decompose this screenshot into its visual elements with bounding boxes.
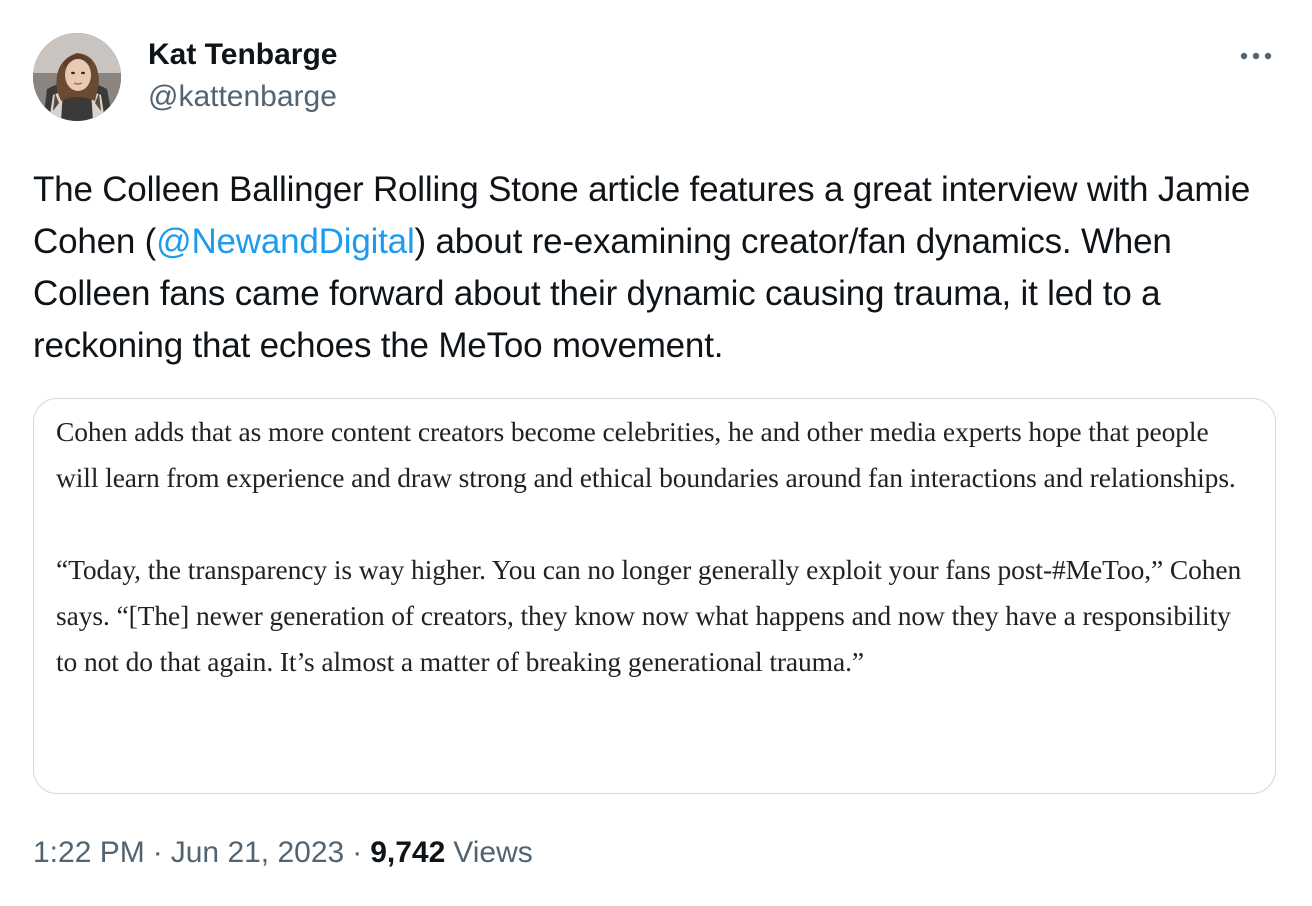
quote-paragraph-2: “Today, the transparency is way higher. … bbox=[56, 554, 1242, 677]
avatar-image bbox=[33, 33, 121, 121]
tweet-date[interactable]: Jun 21, 2023 bbox=[171, 833, 344, 873]
tweet-time[interactable]: 1:22 PM bbox=[33, 833, 145, 873]
views-label[interactable]: Views bbox=[453, 833, 532, 873]
author-handle[interactable]: @kattenbarge bbox=[148, 77, 337, 117]
avatar[interactable] bbox=[33, 33, 121, 121]
author-names: Kat Tenbarge @kattenbarge bbox=[148, 35, 337, 117]
author-display-name[interactable]: Kat Tenbarge bbox=[148, 35, 337, 75]
tweet: Kat Tenbarge @kattenbarge The Colleen Ba… bbox=[0, 0, 1312, 906]
quote-paragraph-1: Cohen adds that as more content creators… bbox=[56, 416, 1236, 493]
meta-separator: · bbox=[352, 836, 363, 869]
mention-link[interactable]: @NewandDigital bbox=[156, 222, 415, 261]
tweet-text: The Colleen Ballinger Rolling Stone arti… bbox=[33, 164, 1283, 372]
tweet-meta: 1:22 PM · Jun 21, 2023 · 9,742 Views bbox=[33, 833, 533, 873]
tweet-header: Kat Tenbarge @kattenbarge bbox=[33, 33, 337, 121]
tweet-media-image[interactable]: Cohen adds that as more content creators… bbox=[33, 398, 1276, 794]
meta-separator: · bbox=[152, 836, 163, 869]
more-options-button[interactable] bbox=[1238, 38, 1274, 74]
more-horizontal-icon bbox=[1240, 52, 1272, 60]
views-count[interactable]: 9,742 bbox=[370, 833, 445, 873]
